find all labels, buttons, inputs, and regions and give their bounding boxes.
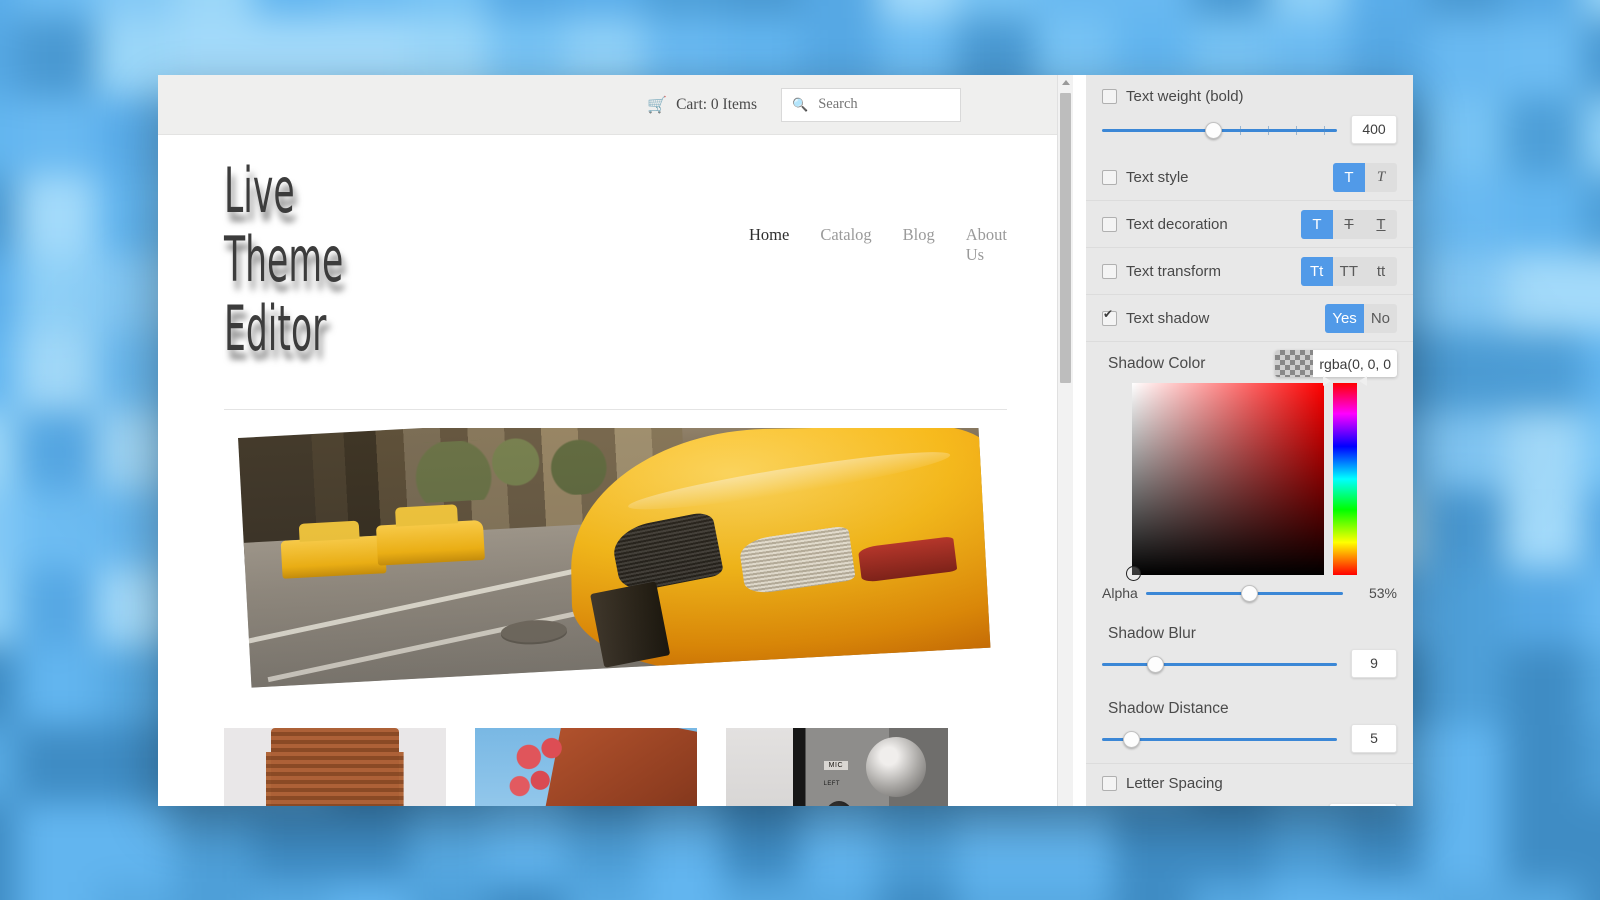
shopping-cart-icon: 🛒 [647,95,667,115]
text-style-italic-button[interactable]: T [1365,163,1397,192]
shadow-distance-value[interactable]: 5 [1351,724,1397,753]
slider-knob[interactable] [1241,585,1258,602]
hue-marker-left-icon [1323,376,1331,386]
cart-label: Cart: 0 Items [676,96,757,114]
content-divider [224,409,1007,410]
letter-spacing-label: Letter Spacing [1126,775,1397,792]
sv-pointer[interactable] [1126,566,1141,581]
text-style-normal-button[interactable]: T [1333,163,1365,192]
alpha-label: Alpha [1102,585,1146,601]
site-topbar: 🛒 Cart: 0 Items 🔍 [158,75,1073,135]
text-decoration-none-button[interactable]: T [1301,210,1333,239]
setting-letter-spacing: Letter Spacing [1086,763,1413,803]
text-decoration-underline-button[interactable]: T [1365,210,1397,239]
site-nav: Home Catalog Blog About Us [749,225,1007,265]
setting-text-weight: Text weight (bold) [1086,75,1413,109]
cart-status[interactable]: 🛒 Cart: 0 Items [647,95,757,115]
letter-spacing-unit-select[interactable]: 0 px [1329,803,1397,806]
theme-editor-panel: Text weight (bold) 400 Text style T T [1086,75,1413,806]
text-shadow-no-button[interactable]: No [1364,304,1397,333]
text-weight-value[interactable]: 400 [1351,115,1397,144]
shadow-blur-label: Shadow Blur [1086,613,1413,643]
text-decoration-label: Text decoration [1126,216,1301,233]
mixer-knob [826,801,852,806]
site-preview: 🛒 Cart: 0 Items 🔍 Live Theme Editor Home… [158,75,1073,806]
mixer-mic-label: MIC [824,761,848,770]
site-body: Live Theme Editor Home Catalog Blog Abou… [158,135,1073,806]
search-icon: 🔍 [792,97,808,113]
shadow-distance-slider-row: 5 [1086,718,1413,763]
color-picker [1086,383,1413,575]
text-shadow-checkbox[interactable] [1102,311,1117,326]
text-decoration-checkbox[interactable] [1102,217,1117,232]
text-shadow-label: Text shadow [1126,310,1325,327]
text-weight-slider-row: 400 [1086,109,1413,154]
slider-track [1102,663,1337,666]
shadow-blur-slider[interactable] [1102,654,1337,674]
shadow-color-group: Shadow Color rgba(0, 0, 0 [1086,342,1413,763]
color-swatch [1275,350,1313,377]
scroll-up-arrow-icon[interactable] [1062,80,1070,85]
search-box[interactable]: 🔍 [781,88,961,122]
nav-item-about-us[interactable]: About Us [966,225,1007,265]
text-weight-checkbox[interactable] [1102,89,1117,104]
hero-image-wrapper [224,428,1007,706]
nav-item-blog[interactable]: Blog [903,225,935,265]
text-transform-uppercase-button[interactable]: TT [1333,257,1365,286]
text-weight-label: Text weight (bold) [1126,88,1397,105]
shadow-blur-slider-row: 9 [1086,643,1413,688]
page-title: Live Theme Editor [224,157,550,363]
slider-ticks [1212,126,1337,135]
desktop-background: 🛒 Cart: 0 Items 🔍 Live Theme Editor Home… [0,0,1600,900]
search-input[interactable] [816,95,950,114]
page-scrollbar[interactable] [1057,75,1073,806]
browser-window: 🛒 Cart: 0 Items 🔍 Live Theme Editor Home… [158,75,1413,806]
text-style-segmented: T T [1333,163,1397,192]
setting-text-shadow: Text shadow Yes No [1086,295,1413,342]
scrollbar-thumb[interactable] [1060,93,1071,383]
shadow-color-label: Shadow Color [1108,355,1275,373]
hue-marker-right-icon [1359,376,1367,386]
hero-image-taxi [238,428,990,688]
text-shadow-segmented: Yes No [1325,304,1397,333]
nav-item-catalog[interactable]: Catalog [820,225,871,265]
setting-text-style: Text style T T [1086,154,1413,201]
text-transform-segmented: Tt TT tt [1301,257,1397,286]
brand-and-nav: Live Theme Editor Home Catalog Blog Abou… [224,135,1007,363]
text-decoration-segmented: T T T [1301,210,1397,239]
slider-knob[interactable] [1205,122,1222,139]
saturation-value-area[interactable] [1132,383,1324,575]
text-style-checkbox[interactable] [1102,170,1117,185]
setting-text-decoration: Text decoration T T T [1086,201,1413,248]
text-transform-lowercase-button[interactable]: tt [1365,257,1397,286]
product-tiles: MIC LEFT [224,728,1007,806]
slider-knob[interactable] [1147,656,1164,673]
shadow-blur-value[interactable]: 9 [1351,649,1397,678]
alpha-value: 53% [1357,585,1397,601]
text-style-label: Text style [1126,169,1333,186]
letter-spacing-checkbox[interactable] [1102,776,1117,791]
setting-text-transform: Text transform Tt TT tt [1086,248,1413,295]
text-transform-label: Text transform [1126,263,1301,280]
hue-slider[interactable] [1333,383,1357,575]
text-decoration-linethrough-button[interactable]: T [1333,210,1365,239]
alpha-slider[interactable] [1146,583,1343,603]
text-shadow-yes-button[interactable]: Yes [1325,304,1363,333]
product-tile-blossom[interactable] [475,728,697,806]
nav-item-home[interactable]: Home [749,225,789,265]
slider-knob[interactable] [1123,731,1140,748]
text-transform-capitalize-button[interactable]: Tt [1301,257,1333,286]
shadow-color-field[interactable]: rgba(0, 0, 0 [1275,350,1397,377]
hero-color-grade [238,428,990,688]
letter-spacing-slider-row: 0 px [1086,803,1413,806]
text-weight-slider[interactable] [1102,120,1337,140]
shadow-distance-slider[interactable] [1102,729,1337,749]
text-transform-checkbox[interactable] [1102,264,1117,279]
shadow-color-value: rgba(0, 0, 0 [1313,356,1397,372]
product-tile-mixer[interactable]: MIC LEFT [726,728,948,806]
product-tile-camera[interactable] [224,728,446,806]
mixer-left-label: LEFT [824,781,840,787]
shadow-distance-label: Shadow Distance [1086,688,1413,718]
